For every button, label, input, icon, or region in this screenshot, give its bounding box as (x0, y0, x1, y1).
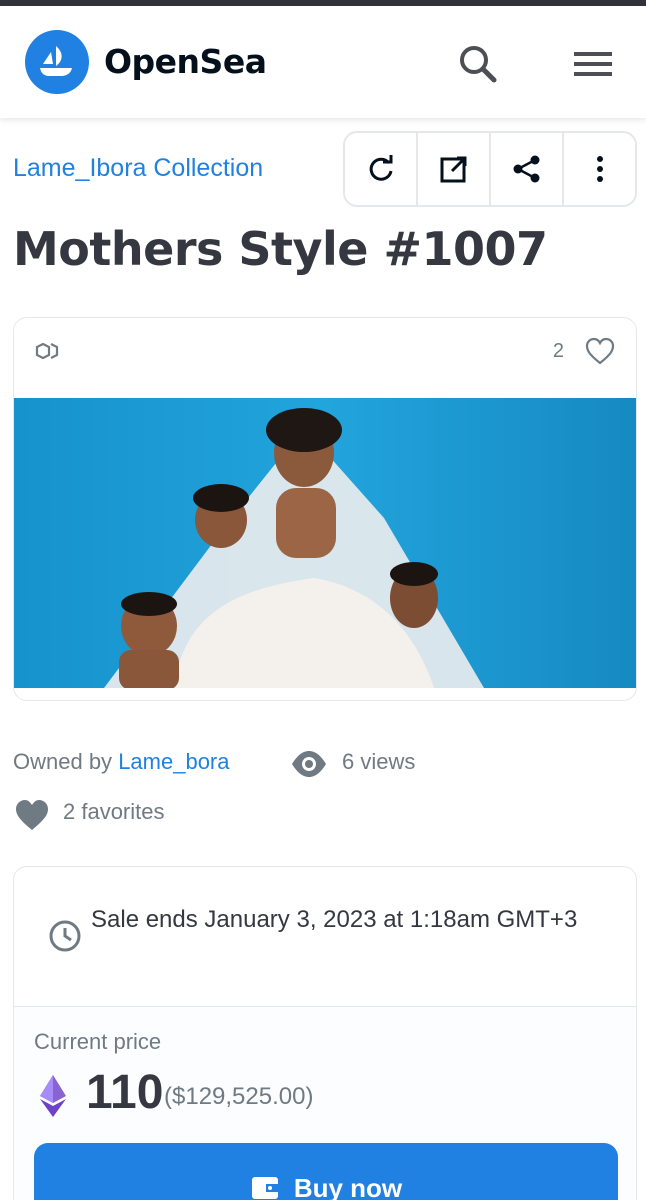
heart-filled-icon (16, 800, 48, 830)
nft-image[interactable] (14, 398, 637, 688)
owner-line: Owned by Lame_bora (13, 749, 230, 775)
more-icon (596, 156, 603, 182)
clock-icon (49, 920, 81, 952)
owned-by-label: Owned by (13, 749, 113, 774)
favorites-count: 2 favorites (63, 799, 165, 824)
buy-now-button[interactable]: Buy now (34, 1143, 618, 1200)
refresh-icon (369, 155, 392, 181)
share-icon (513, 155, 539, 183)
item-title: Mothers Style #1007 (13, 222, 548, 276)
polygon-chain-icon (35, 342, 59, 360)
sale-ends-section: Sale ends January 3, 2023 at 1:18am GMT+… (14, 867, 636, 1007)
favorite-count: 2 (552, 340, 564, 362)
external-link-button[interactable] (418, 133, 491, 205)
wallet-icon (251, 1177, 278, 1199)
price-value: 110 (86, 1066, 164, 1119)
site-header: OpenSea (0, 6, 646, 118)
collection-link[interactable]: Lame_Ibora Collection (13, 154, 263, 183)
item-media-card: 2 (13, 317, 637, 701)
heart-icon[interactable] (584, 336, 616, 366)
share-button[interactable] (491, 133, 564, 205)
more-options-button[interactable] (564, 133, 635, 205)
brand-name[interactable]: OpenSea (104, 42, 267, 81)
item-actions-toolbar (343, 131, 637, 207)
ethereum-icon (40, 1075, 66, 1117)
current-price-label: Current price (34, 1029, 162, 1054)
view-count: 6 views (342, 749, 416, 774)
card-header: 2 (14, 318, 636, 398)
price-usd: ($129,525.00) (164, 1083, 314, 1110)
eye-icon (292, 751, 326, 777)
sale-panel: Sale ends January 3, 2023 at 1:18am GMT+… (13, 866, 637, 1200)
sale-ends-text: Sale ends January 3, 2023 at 1:18am GMT+… (91, 906, 578, 933)
refresh-button[interactable] (345, 133, 418, 205)
menu-icon[interactable] (570, 46, 616, 82)
owner-link[interactable]: Lame_bora (118, 749, 229, 774)
buy-now-label: Buy now (293, 1172, 403, 1200)
opensea-logo-icon[interactable] (25, 30, 89, 94)
external-link-icon (440, 156, 466, 183)
search-icon[interactable] (456, 42, 500, 86)
